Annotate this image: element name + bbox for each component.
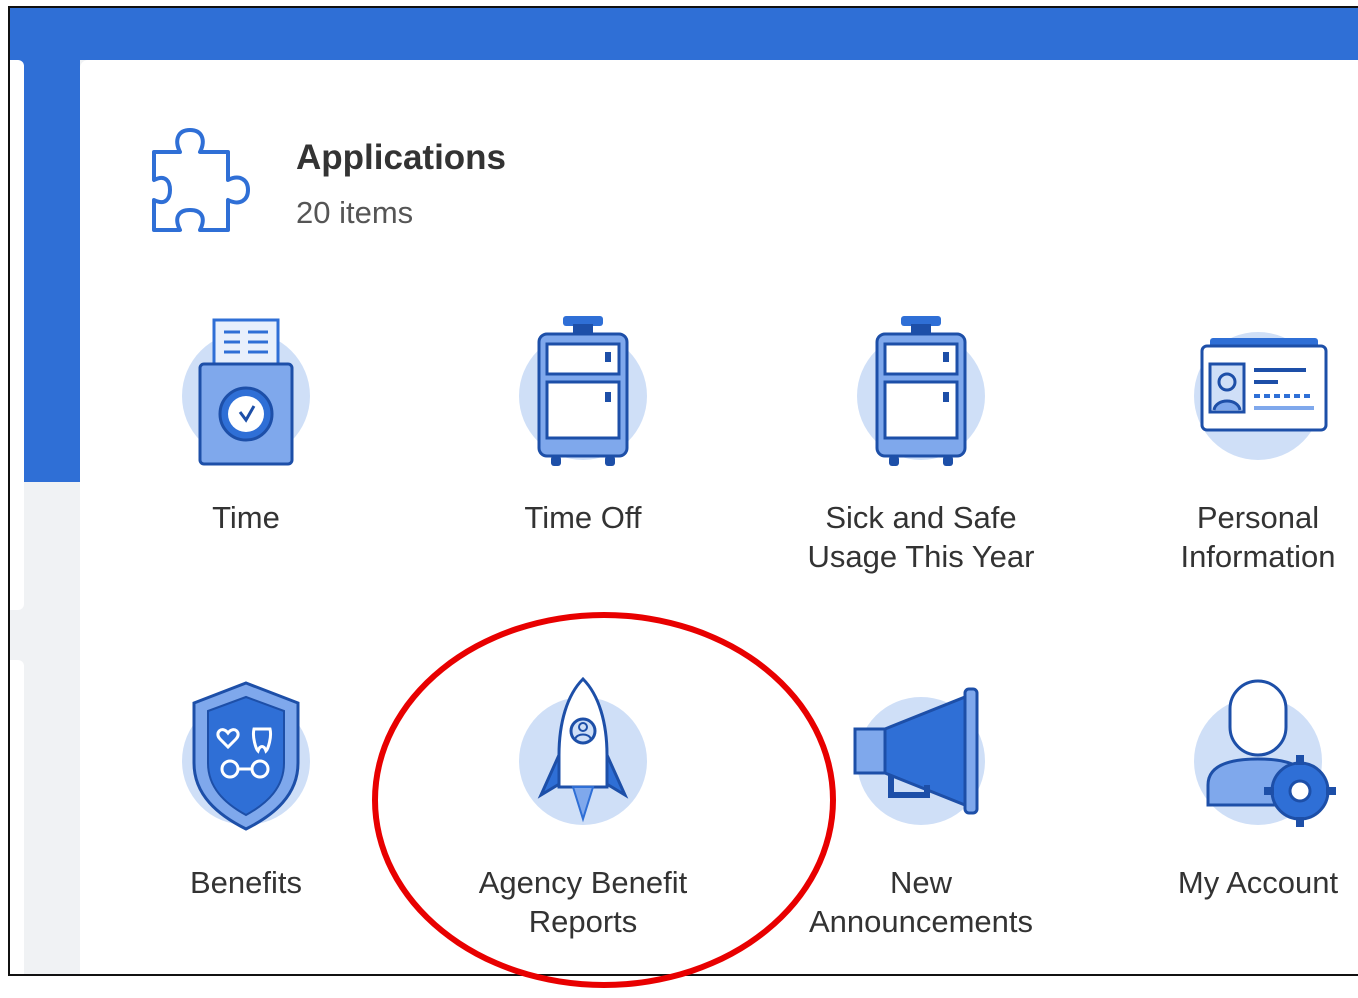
panel-title: Applications: [296, 138, 507, 177]
app-label-line2: Information: [1180, 539, 1336, 574]
app-tile-benefits[interactable]: Benefits: [96, 681, 396, 985]
app-label: My Account: [1177, 865, 1339, 900]
highlight-circle: [372, 612, 836, 988]
suitcase-icon: [875, 316, 967, 466]
app-label: Personal: [1196, 500, 1320, 535]
app-label: Benefits: [189, 865, 302, 900]
megaphone-icon: [853, 687, 979, 815]
shield-icon: [192, 681, 300, 831]
app-tile-personal-information[interactable]: Personal Information: [1108, 320, 1358, 620]
item-count: 20 items: [296, 195, 414, 230]
side-card-bottom: [10, 660, 24, 974]
app-label-line2: Announcements: [808, 904, 1034, 939]
suitcase-icon: [537, 316, 629, 466]
puzzle-icon: [140, 122, 250, 242]
app-label-line2: Usage This Year: [807, 539, 1035, 574]
app-tile-sick-safe[interactable]: Sick and Safe Usage This Year: [771, 316, 1071, 620]
time-clock-icon: [198, 318, 294, 466]
app-tile-time[interactable]: Time: [96, 318, 396, 620]
app-label: Time Off: [524, 500, 642, 535]
app-tile-time-off[interactable]: Time Off: [433, 316, 733, 620]
user-gear-icon: [1206, 679, 1336, 827]
app-label: Sick and Safe: [825, 500, 1017, 535]
top-bar: [10, 8, 1358, 60]
app-tile-my-account[interactable]: My Account: [1108, 679, 1358, 985]
id-card-icon: [1200, 338, 1328, 432]
app-label: Time: [212, 500, 280, 535]
side-card-top: [10, 60, 24, 610]
